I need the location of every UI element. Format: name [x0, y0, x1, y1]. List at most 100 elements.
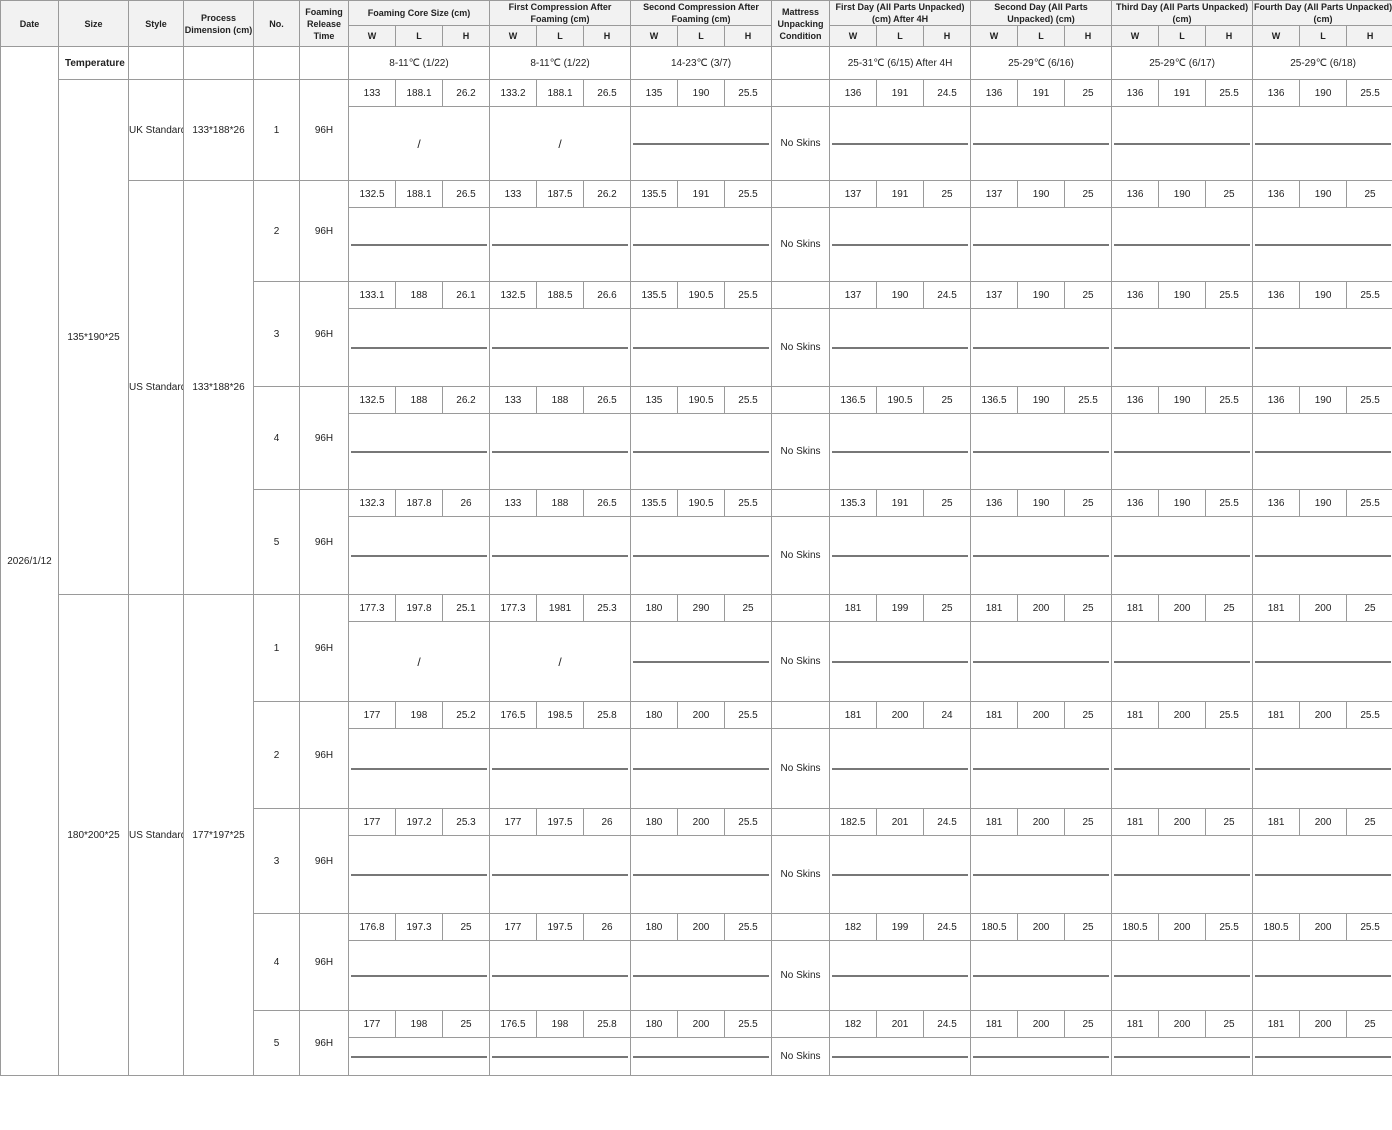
mattress-photo: [492, 346, 629, 349]
measurement-value: 181: [1252, 594, 1301, 622]
measurement-value: 181: [1252, 808, 1301, 836]
subheader-l: L: [1158, 25, 1207, 47]
measurement-value: 200: [677, 913, 726, 941]
size-cell: 180*200*25: [58, 594, 129, 1076]
measurement-value: 25.5: [1064, 386, 1113, 414]
photo-cell: [489, 1037, 632, 1076]
measurement-value: 190: [1299, 281, 1348, 309]
photo-cell: [347, 413, 491, 490]
photo-cell: [630, 835, 773, 914]
wrapped-mattress-photo: [633, 554, 770, 557]
stacked-mattresses-photo: [1255, 450, 1392, 453]
measurement-value: 188.1: [395, 180, 443, 208]
measurement-value: 25.2: [441, 701, 491, 729]
measurement-value: 137: [829, 180, 878, 208]
wrapped-mattress-photo: [633, 767, 770, 770]
measurement-value: 133: [489, 489, 538, 517]
measurement-value: 176.5: [489, 1010, 538, 1038]
measurement-value: 25.3: [441, 808, 491, 836]
mattress-photo: [492, 1055, 629, 1058]
photo-cell: [829, 308, 972, 387]
photo-cell: [829, 728, 972, 809]
measurement-value: 176.5: [489, 701, 538, 729]
measurement-value: 26.2: [583, 180, 632, 208]
photo-cell: [630, 940, 773, 1011]
measurement-value: 181: [1111, 701, 1160, 729]
measurement-value: 25.5: [1346, 281, 1392, 309]
measurement-value: 190.5: [677, 386, 726, 414]
photo-cell: [829, 207, 972, 282]
measurement-value: 200: [1017, 701, 1066, 729]
date-cell: 2026/1/12: [0, 46, 59, 1076]
measurement-value: 25.5: [724, 281, 773, 309]
stacked-mattresses-photo: [1114, 974, 1251, 977]
stacked-mattresses-photo: [832, 346, 969, 349]
subheader-l: L: [876, 25, 925, 47]
measurement-value: 132.5: [348, 180, 396, 208]
measurement-value: 26: [583, 808, 632, 836]
measurement-value: 136: [1252, 489, 1301, 517]
empty-cell: [183, 46, 254, 80]
subheader-w: W: [829, 25, 878, 47]
foam-block-photo: [351, 554, 488, 557]
measurement-value: 25.5: [724, 701, 773, 729]
unpacking-condition: No Skins: [771, 308, 831, 387]
header-second-compression: Second Compression After Foaming (cm): [630, 0, 773, 26]
photo-cell: [630, 207, 773, 282]
empty-cell: [771, 79, 831, 107]
row-number: 3: [253, 808, 300, 914]
measurement-value: 177: [348, 701, 396, 729]
stacked-mattresses-photo: [1255, 243, 1392, 246]
photo-cell: [347, 207, 491, 282]
release-time: 96H: [299, 1010, 349, 1076]
measurement-value: 181: [1252, 701, 1301, 729]
measurement-value: 25.5: [1346, 386, 1392, 414]
photo-cell: [347, 308, 491, 387]
photo-cell: [1252, 728, 1392, 809]
measurement-value: 25: [923, 489, 972, 517]
stacked-mattresses-photo: [973, 554, 1110, 557]
photo-cell: [970, 1037, 1113, 1076]
measurement-value: 26.1: [441, 281, 491, 309]
stacked-mattresses-photo: [832, 142, 969, 145]
measurement-value: 133: [489, 180, 538, 208]
temperature-value: 25-31℃ (6/15) After 4H: [829, 46, 972, 80]
photo-cell: [829, 621, 972, 702]
measurement-value: 137: [970, 180, 1019, 208]
unpacking-condition: No Skins: [771, 728, 831, 809]
stacked-mattresses-photo: [973, 142, 1110, 145]
wrapped-mattress-photo: [633, 873, 770, 876]
photo-cell: [970, 835, 1113, 914]
no-photo-cell: /: [489, 621, 632, 702]
photo-cell: [489, 308, 632, 387]
no-photo-cell: /: [489, 106, 632, 181]
photo-cell: [829, 106, 972, 181]
slash-mark: /: [558, 136, 562, 151]
subheader-l: L: [677, 25, 726, 47]
photo-cell: [489, 207, 632, 282]
measurement-value: 24.5: [923, 281, 972, 309]
measurement-value: 200: [1017, 808, 1066, 836]
measurement-value: 188.5: [536, 281, 585, 309]
photo-cell: [489, 516, 632, 595]
measurement-value: 133: [348, 79, 396, 107]
measurement-value: 176.8: [348, 913, 396, 941]
measurement-value: 25.5: [1205, 281, 1254, 309]
stacked-mattresses-photo: [1255, 767, 1392, 770]
photo-cell: [829, 940, 972, 1011]
mattress-photo: [492, 767, 629, 770]
measurement-value: 200: [1158, 808, 1207, 836]
release-time: 96H: [299, 594, 349, 702]
photo-cell: [970, 621, 1113, 702]
release-time: 96H: [299, 489, 349, 595]
measurement-value: 190: [1017, 281, 1066, 309]
header-unpacking-condition: Mattress Unpacking Condition: [771, 0, 831, 47]
measurement-value: 136: [1111, 281, 1160, 309]
photo-cell: [1111, 308, 1254, 387]
temperature-value: 25-29℃ (6/16): [970, 46, 1113, 80]
measurement-value: 177: [489, 913, 538, 941]
photo-cell: [630, 1037, 773, 1076]
stacked-mattresses-photo: [1114, 873, 1251, 876]
photo-cell: [489, 728, 632, 809]
temperature-value: 25-29℃ (6/17): [1111, 46, 1254, 80]
